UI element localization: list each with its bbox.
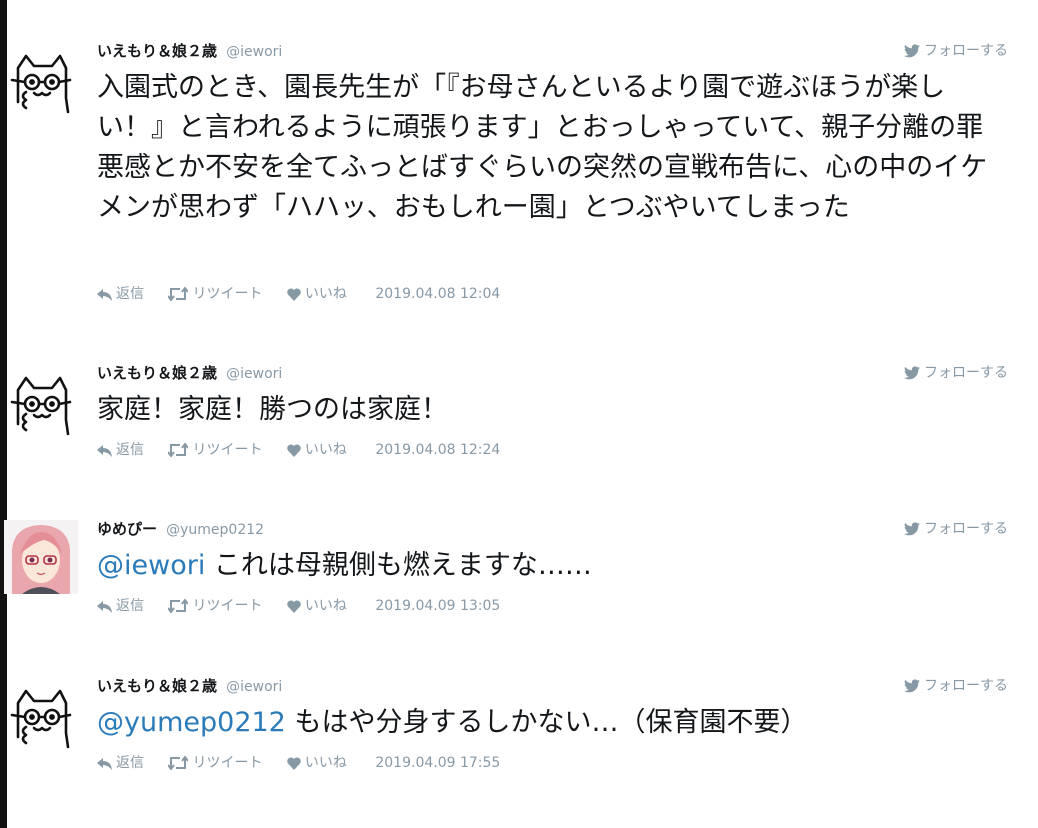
cat-doodle-avatar[interactable]: [4, 677, 78, 751]
like-label: いいね: [304, 598, 347, 614]
reply-icon: [97, 601, 112, 613]
user-handle[interactable]: @iewori: [226, 44, 282, 60]
tweet-body: これは母親側も燃えますな……: [213, 550, 592, 581]
user-handle[interactable]: @yumep0212: [166, 522, 264, 538]
user-handle[interactable]: @iewori: [226, 366, 282, 382]
heart-icon: [287, 600, 301, 613]
tweet-text: 入園式のとき、園長先生が「『お母さんといるより園で遊ぶほうが楽しい！』と言われる…: [97, 72, 988, 223]
like-button[interactable]: いいね: [287, 752, 347, 774]
reply-button[interactable]: 返信: [97, 439, 144, 461]
reply-icon: [97, 289, 112, 301]
follow-label: フォローする: [924, 43, 1008, 59]
heart-icon: [287, 288, 301, 301]
follow-label: フォローする: [924, 678, 1008, 694]
tweet-actions: 返信 リツイート いいね 2019.04.08 12:04: [97, 283, 500, 305]
retweet-label: リツイート: [192, 755, 263, 771]
retweet-label: リツイート: [192, 286, 263, 302]
tweet-actions: 返信 リツイート いいね 2019.04.09 13:05: [97, 595, 500, 617]
reply-button[interactable]: 返信: [97, 283, 144, 305]
cat-doodle-avatar[interactable]: [4, 364, 78, 438]
reply-label: 返信: [116, 286, 144, 302]
tweet-text: @iewori これは母親側も燃えますな……: [97, 546, 997, 586]
retweet-button[interactable]: リツイート: [167, 283, 263, 305]
twitter-bird-icon: [904, 679, 920, 693]
user-handle[interactable]: @iewori: [226, 679, 282, 695]
tweet-header: いえもり＆娘２歳 @iewori: [97, 675, 282, 697]
user-name[interactable]: いえもり＆娘２歳: [97, 364, 217, 382]
tweet-header: いえもり＆娘２歳 @iewori: [97, 362, 282, 384]
like-label: いいね: [304, 286, 347, 302]
timestamp[interactable]: 2019.04.08 12:04: [375, 283, 500, 305]
timestamp[interactable]: 2019.04.09 13:05: [375, 595, 500, 617]
tweet-actions: 返信 リツイート いいね 2019.04.09 17:55: [97, 752, 500, 774]
retweet-label: リツイート: [192, 598, 263, 614]
twitter-bird-icon: [904, 44, 920, 58]
reply-icon: [97, 445, 112, 457]
timestamp[interactable]: 2019.04.08 12:24: [375, 439, 500, 461]
retweet-button[interactable]: リツイート: [167, 595, 263, 617]
reply-icon: [97, 758, 112, 770]
anime-girl-avatar[interactable]: [4, 520, 78, 594]
mention-link[interactable]: @yumep0212: [97, 707, 286, 738]
reply-button[interactable]: 返信: [97, 752, 144, 774]
like-label: いいね: [304, 755, 347, 771]
follow-button[interactable]: フォローする: [904, 675, 1008, 697]
retweet-label: リツイート: [192, 442, 263, 458]
twitter-bird-icon: [904, 366, 920, 380]
like-button[interactable]: いいね: [287, 595, 347, 617]
tweet-text: @yumep0212 もはや分身するしかない…（保育園不要）: [97, 703, 997, 743]
retweet-icon: [167, 598, 190, 614]
tweet-body: もはや分身するしかない…（保育園不要）: [294, 707, 808, 738]
follow-label: フォローする: [924, 521, 1008, 537]
like-label: いいね: [304, 442, 347, 458]
reply-label: 返信: [116, 598, 144, 614]
reply-label: 返信: [116, 755, 144, 771]
follow-button[interactable]: フォローする: [904, 40, 1008, 62]
retweet-icon: [167, 755, 190, 771]
retweet-button[interactable]: リツイート: [167, 439, 263, 461]
user-name[interactable]: ゆめぴー: [97, 520, 157, 538]
heart-icon: [287, 444, 301, 457]
cat-doodle-avatar[interactable]: [4, 42, 78, 116]
mention-link[interactable]: @iewori: [97, 550, 205, 581]
user-name[interactable]: いえもり＆娘２歳: [97, 42, 217, 60]
reply-button[interactable]: 返信: [97, 595, 144, 617]
twitter-bird-icon: [904, 522, 920, 536]
tweet-actions: 返信 リツイート いいね 2019.04.08 12:24: [97, 439, 500, 461]
reply-label: 返信: [116, 442, 144, 458]
timestamp[interactable]: 2019.04.09 17:55: [375, 752, 500, 774]
retweet-icon: [167, 286, 190, 302]
like-button[interactable]: いいね: [287, 439, 347, 461]
like-button[interactable]: いいね: [287, 283, 347, 305]
tweet-header: ゆめぴー @yumep0212: [97, 518, 264, 540]
follow-button[interactable]: フォローする: [904, 518, 1008, 540]
heart-icon: [287, 757, 301, 770]
follow-label: フォローする: [924, 365, 1008, 381]
retweet-icon: [167, 442, 190, 458]
tweet-text: 家庭！家庭！勝つのは家庭！: [97, 394, 448, 425]
retweet-button[interactable]: リツイート: [167, 752, 263, 774]
user-name[interactable]: いえもり＆娘２歳: [97, 677, 217, 695]
tweet-header: いえもり＆娘２歳 @iewori: [97, 40, 282, 62]
follow-button[interactable]: フォローする: [904, 362, 1008, 384]
